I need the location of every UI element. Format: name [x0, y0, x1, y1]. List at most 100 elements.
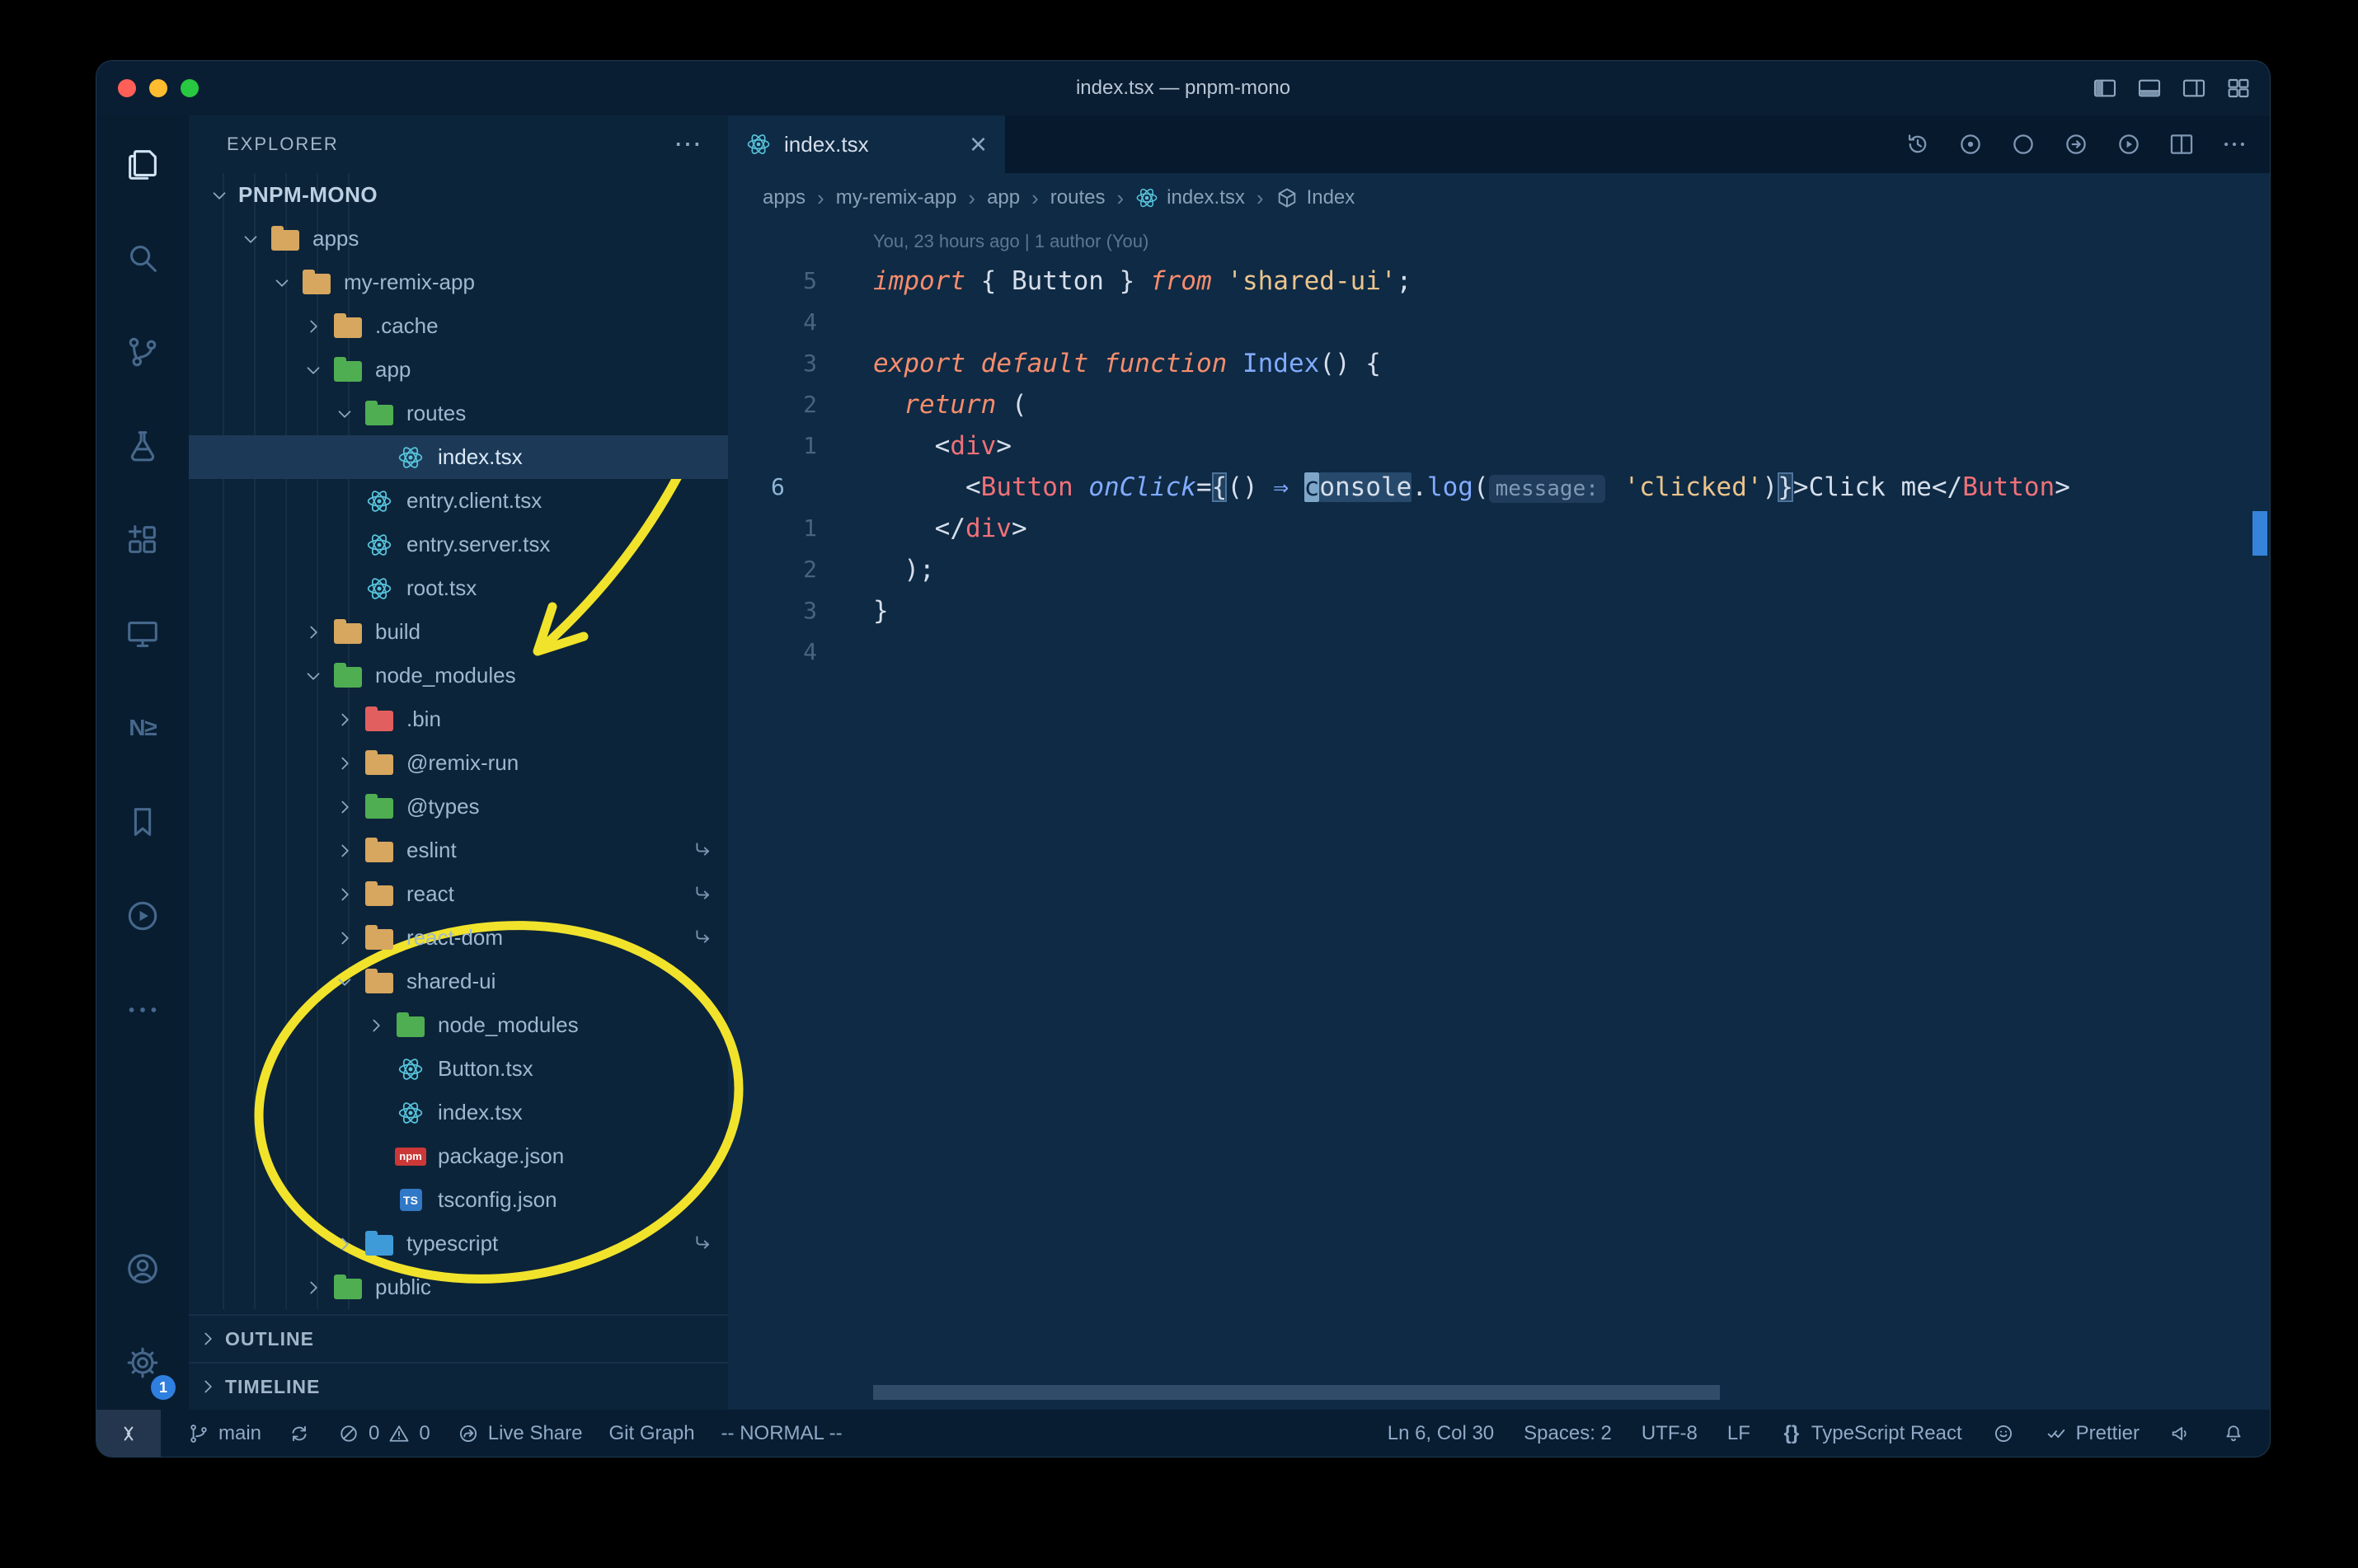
tree-item-react-dom[interactable]: react-dom: [189, 916, 728, 960]
chevron-right-icon[interactable]: [334, 927, 364, 949]
status-cursor-position[interactable]: Ln 6, Col 30: [1388, 1422, 1494, 1445]
activity-more-tools[interactable]: [96, 963, 189, 1057]
tree-item-typescript[interactable]: typescript: [189, 1222, 728, 1265]
breadcrumb-apps[interactable]: apps: [763, 186, 806, 209]
status-encoding[interactable]: UTF-8: [1642, 1422, 1698, 1445]
chevron-down-icon[interactable]: [209, 185, 238, 206]
status-problems[interactable]: 00: [337, 1422, 430, 1445]
tree-item-entry-client-tsx[interactable]: entry.client.tsx: [189, 479, 728, 523]
tree-item-types[interactable]: @types: [189, 785, 728, 829]
close-window-button[interactable]: [118, 79, 136, 97]
activity-remote-explorer[interactable]: [96, 587, 189, 681]
chevron-right-icon[interactable]: [334, 796, 364, 818]
chevron-down-icon[interactable]: [303, 359, 332, 381]
layout-sidebar-icon[interactable]: [2092, 75, 2118, 101]
status-indentation[interactable]: Spaces: 2: [1524, 1422, 1612, 1445]
tree-item-shared-ui[interactable]: shared-ui: [189, 960, 728, 1003]
tree-item-node-modules[interactable]: node_modules: [189, 1003, 728, 1047]
tree-item-bin[interactable]: .bin: [189, 697, 728, 741]
status-git-graph[interactable]: Git Graph: [609, 1422, 695, 1445]
status-live-share[interactable]: Live Share: [457, 1422, 583, 1445]
code-editor[interactable]: You, 23 hours ago | 1 author (You) 5 impo…: [728, 223, 2270, 1410]
activity-code-runner[interactable]: [96, 869, 189, 963]
tree-item-public[interactable]: public: [189, 1265, 728, 1309]
layout-grid-icon[interactable]: [2225, 75, 2252, 101]
status-vim-mode[interactable]: -- NORMAL --: [721, 1422, 843, 1445]
activity-explorer[interactable]: [96, 117, 189, 211]
chevron-right-icon[interactable]: [334, 709, 364, 730]
circle-outline-icon[interactable]: [2009, 130, 2037, 158]
activity-accounts[interactable]: [96, 1222, 189, 1316]
status-prettier[interactable]: Prettier: [2045, 1422, 2140, 1445]
activity-source-control[interactable]: [96, 305, 189, 399]
status-feedback[interactable]: [1992, 1422, 2015, 1445]
status-notifications[interactable]: [2222, 1422, 2245, 1445]
zoom-window-button[interactable]: [181, 79, 199, 97]
activity-testing[interactable]: [96, 399, 189, 493]
tab-index-tsx[interactable]: index.tsx ×: [728, 115, 1005, 173]
chevron-down-icon[interactable]: [303, 665, 332, 687]
minimize-window-button[interactable]: [149, 79, 167, 97]
chevron-right-icon[interactable]: [334, 1233, 364, 1255]
layout-sidebar-right-icon[interactable]: [2181, 75, 2207, 101]
status-git-branch[interactable]: main: [187, 1422, 261, 1445]
layout-panel-icon[interactable]: [2136, 75, 2163, 101]
status-sync-changes[interactable]: [288, 1422, 311, 1445]
chevron-right-icon[interactable]: [303, 1277, 332, 1298]
circle-play-icon[interactable]: [2115, 130, 2143, 158]
chevron-down-icon[interactable]: [334, 971, 364, 993]
tree-item-app[interactable]: app: [189, 348, 728, 392]
breadcrumb-index-tsx[interactable]: index.tsx: [1135, 186, 1245, 209]
tree-item-routes[interactable]: routes: [189, 392, 728, 435]
tree-item-package-json[interactable]: npm package.json: [189, 1134, 728, 1178]
tree-item-node-modules[interactable]: node_modules: [189, 654, 728, 697]
status-language-mode[interactable]: {} TypeScript React: [1780, 1422, 1962, 1445]
activity-bookmarks[interactable]: [96, 775, 189, 869]
status-announce[interactable]: [2169, 1422, 2192, 1445]
breadcrumb-app[interactable]: app: [987, 186, 1020, 209]
status-eol[interactable]: LF: [1727, 1422, 1750, 1445]
history-icon[interactable]: [1904, 130, 1932, 158]
chevron-right-icon[interactable]: [303, 622, 332, 643]
circle-dot-icon[interactable]: [1956, 130, 1985, 158]
chevron-right-icon[interactable]: [334, 840, 364, 861]
tree-item-root-tsx[interactable]: root.tsx: [189, 566, 728, 610]
chevron-right-icon[interactable]: [334, 884, 364, 905]
activity-search[interactable]: [96, 211, 189, 305]
tree-item-cache[interactable]: .cache: [189, 304, 728, 348]
section-outline[interactable]: OUTLINE: [189, 1314, 728, 1362]
tree-item-react[interactable]: react: [189, 872, 728, 916]
tree-item-index-tsx[interactable]: index.tsx: [189, 1091, 728, 1134]
activity-extensions[interactable]: [96, 493, 189, 587]
tree-item-entry-server-tsx[interactable]: entry.server.tsx: [189, 523, 728, 566]
sidebar-more-actions[interactable]: ⋯: [674, 128, 703, 161]
tree-item-build[interactable]: build: [189, 610, 728, 654]
tree-item-pnpm-mono[interactable]: PNPM-MONO: [189, 173, 728, 217]
chevron-right-icon[interactable]: [334, 753, 364, 774]
tree-item-index-tsx[interactable]: index.tsx: [189, 435, 728, 479]
breadcrumb-my-remix-app[interactable]: my-remix-app: [836, 186, 957, 209]
breadcrumb-index[interactable]: Index: [1275, 186, 1355, 209]
tab-close-button[interactable]: ×: [970, 129, 987, 159]
horizontal-scrollbar[interactable]: [873, 1385, 1720, 1400]
more-icon[interactable]: [2220, 130, 2248, 158]
tree-item-my-remix-app[interactable]: my-remix-app: [189, 261, 728, 304]
breadcrumb-routes[interactable]: routes: [1050, 186, 1106, 209]
circle-arrow-icon[interactable]: [2062, 130, 2090, 158]
activity-settings[interactable]: 1: [96, 1316, 189, 1410]
chevron-right-icon[interactable]: [303, 316, 332, 337]
tree-item-apps[interactable]: apps: [189, 217, 728, 261]
activity-nx-console[interactable]: N≥: [96, 681, 189, 775]
chevron-down-icon[interactable]: [334, 403, 364, 425]
remote-indicator[interactable]: [96, 1410, 161, 1457]
section-timeline[interactable]: TIMELINE: [189, 1362, 728, 1410]
split-icon[interactable]: [2168, 130, 2196, 158]
chevron-down-icon[interactable]: [240, 228, 270, 250]
tree-item-eslint[interactable]: eslint: [189, 829, 728, 872]
tree-item-remix-run[interactable]: @remix-run: [189, 741, 728, 785]
tree-item-button-tsx[interactable]: Button.tsx: [189, 1047, 728, 1091]
chevron-down-icon[interactable]: [271, 272, 301, 293]
codelens-blame[interactable]: You, 23 hours ago | 1 author (You): [728, 223, 2270, 261]
tree-item-tsconfig-json[interactable]: TS tsconfig.json: [189, 1178, 728, 1222]
chevron-right-icon[interactable]: [365, 1015, 395, 1036]
